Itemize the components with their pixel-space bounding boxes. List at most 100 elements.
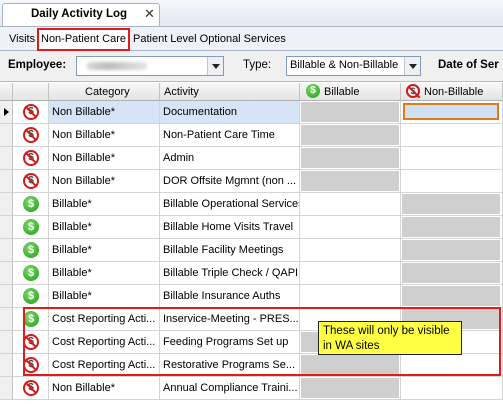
row-selector[interactable] — [0, 285, 13, 308]
employee-select[interactable] — [76, 56, 224, 76]
category-text: Billable* — [52, 221, 92, 233]
activity-cell[interactable]: Billable Home Visits Travel — [160, 216, 300, 239]
non-billable-icon: $ — [406, 84, 420, 98]
non-billable-input[interactable] — [403, 103, 499, 120]
row-selector[interactable] — [0, 354, 13, 377]
icon-cell: $ — [13, 124, 49, 147]
category-cell[interactable]: Non Billable* — [49, 101, 160, 124]
sub-tab-strip: Visits Non-Patient Care Patient Level Op… — [0, 27, 503, 51]
activity-cell[interactable]: Billable Operational Services — [160, 193, 300, 216]
row-selector[interactable] — [0, 170, 13, 193]
disabled-fill — [301, 378, 399, 398]
category-cell[interactable]: Non Billable* — [49, 147, 160, 170]
activity-cell[interactable]: Billable Triple Check / QAPI — [160, 262, 300, 285]
billable-cell[interactable] — [300, 285, 401, 308]
chevron-down-icon[interactable] — [207, 57, 223, 75]
activity-cell[interactable]: Billable Insurance Auths — [160, 285, 300, 308]
category-cell[interactable]: Billable* — [49, 216, 160, 239]
tab-patient-level-optional-services[interactable]: Patient Level Optional Services — [131, 30, 288, 49]
row-selector[interactable] — [0, 377, 13, 400]
billable-cell[interactable] — [300, 193, 401, 216]
activity-column-header[interactable]: Activity — [160, 83, 300, 101]
activity-cell[interactable]: DOR Offsite Mgmnt (non ... — [160, 170, 300, 193]
activity-cell[interactable]: Non-Patient Care Time — [160, 124, 300, 147]
table-row[interactable]: $ Billable* Billable Operational Services — [0, 193, 503, 216]
activity-cell[interactable]: Documentation — [160, 101, 300, 124]
non-billable-cell[interactable] — [401, 101, 503, 124]
icon-cell: $ — [13, 285, 49, 308]
row-selector[interactable] — [0, 331, 13, 354]
activity-text: Admin — [163, 152, 195, 164]
table-row[interactable]: $ Non Billable* DOR Offsite Mgmnt (non ... — [0, 170, 503, 193]
activity-cell[interactable]: Billable Facility Meetings — [160, 239, 300, 262]
non-billable-cell[interactable] — [401, 285, 503, 308]
icon-cell: $ — [13, 147, 49, 170]
activity-text: Billable Home Visits Travel — [163, 221, 294, 233]
row-selector[interactable] — [0, 216, 13, 239]
billable-cell[interactable] — [300, 216, 401, 239]
category-text: Non Billable* — [52, 175, 115, 187]
chevron-down-icon[interactable] — [404, 57, 420, 75]
billable-cell[interactable] — [300, 239, 401, 262]
type-select[interactable]: Billable & Non-Billable — [286, 56, 421, 76]
table-row[interactable]: $ Billable* Billable Home Visits Travel — [0, 216, 503, 239]
table-row[interactable]: $ Non Billable* Non-Patient Care Time — [0, 124, 503, 147]
billable-column-header[interactable]: $ Billable — [300, 83, 401, 101]
tab-non-patient-care[interactable]: Non-Patient Care — [37, 28, 130, 51]
table-row[interactable]: $ Non Billable* Annual Compliance Traini..… — [0, 377, 503, 400]
icon-column-header — [13, 83, 49, 101]
non-billable-cell[interactable] — [401, 377, 503, 400]
billable-cell[interactable] — [300, 170, 401, 193]
non-billable-cell[interactable] — [401, 193, 503, 216]
category-cell[interactable]: Billable* — [49, 262, 160, 285]
billable-cell[interactable] — [300, 377, 401, 400]
row-selector[interactable] — [0, 193, 13, 216]
category-cell[interactable]: Billable* — [49, 193, 160, 216]
row-selector[interactable] — [0, 101, 13, 124]
category-cell[interactable]: Billable* — [49, 239, 160, 262]
non-billable-icon: $ — [23, 173, 39, 189]
non-billable-cell[interactable] — [401, 239, 503, 262]
billable-icon: $ — [23, 265, 39, 281]
table-row[interactable]: $ Billable* Billable Facility Meetings — [0, 239, 503, 262]
activity-text: DOR Offsite Mgmnt (non ... — [163, 175, 297, 187]
row-selector[interactable] — [0, 239, 13, 262]
non-billable-cell[interactable] — [401, 262, 503, 285]
category-cell[interactable]: Billable* — [49, 285, 160, 308]
billable-icon: $ — [23, 242, 39, 258]
row-selector[interactable] — [0, 308, 13, 331]
table-row[interactable]: $ Non Billable* Documentation — [0, 101, 503, 124]
non-billable-icon: $ — [23, 380, 39, 396]
billable-cell[interactable] — [300, 262, 401, 285]
category-column-header[interactable]: Category — [49, 83, 160, 101]
category-text: Billable* — [52, 244, 92, 256]
non-billable-cell[interactable] — [401, 147, 503, 170]
billable-cell[interactable] — [300, 101, 401, 124]
close-icon[interactable]: ✕ — [144, 6, 155, 22]
table-row[interactable]: $ Non Billable* Admin — [0, 147, 503, 170]
row-selector[interactable] — [0, 147, 13, 170]
table-row[interactable]: $ Billable* Billable Insurance Auths — [0, 285, 503, 308]
category-cell[interactable]: Non Billable* — [49, 170, 160, 193]
row-selector[interactable] — [0, 262, 13, 285]
activity-cell[interactable]: Admin — [160, 147, 300, 170]
non-billable-icon: $ — [23, 127, 39, 143]
table-row[interactable]: $ Billable* Billable Triple Check / QAPI — [0, 262, 503, 285]
activity-cell[interactable]: Annual Compliance Traini... — [160, 377, 300, 400]
category-cell[interactable]: Non Billable* — [49, 377, 160, 400]
billable-cell[interactable] — [300, 124, 401, 147]
non-billable-cell[interactable] — [401, 216, 503, 239]
disabled-fill — [301, 125, 399, 145]
non-billable-header-label: Non-Billable — [424, 86, 484, 98]
row-selector[interactable] — [0, 124, 13, 147]
activity-text: Billable Operational Services — [163, 198, 300, 210]
window-tab-daily-activity-log[interactable]: Daily Activity Log ✕ — [2, 3, 160, 26]
category-cell[interactable]: Non Billable* — [49, 124, 160, 147]
non-billable-cell[interactable] — [401, 124, 503, 147]
category-text: Non Billable* — [52, 129, 115, 141]
tab-visits[interactable]: Visits — [7, 30, 37, 49]
billable-cell[interactable] — [300, 147, 401, 170]
non-billable-column-header[interactable]: $ Non-Billable — [401, 83, 503, 101]
category-text: Billable* — [52, 290, 92, 302]
non-billable-cell[interactable] — [401, 170, 503, 193]
